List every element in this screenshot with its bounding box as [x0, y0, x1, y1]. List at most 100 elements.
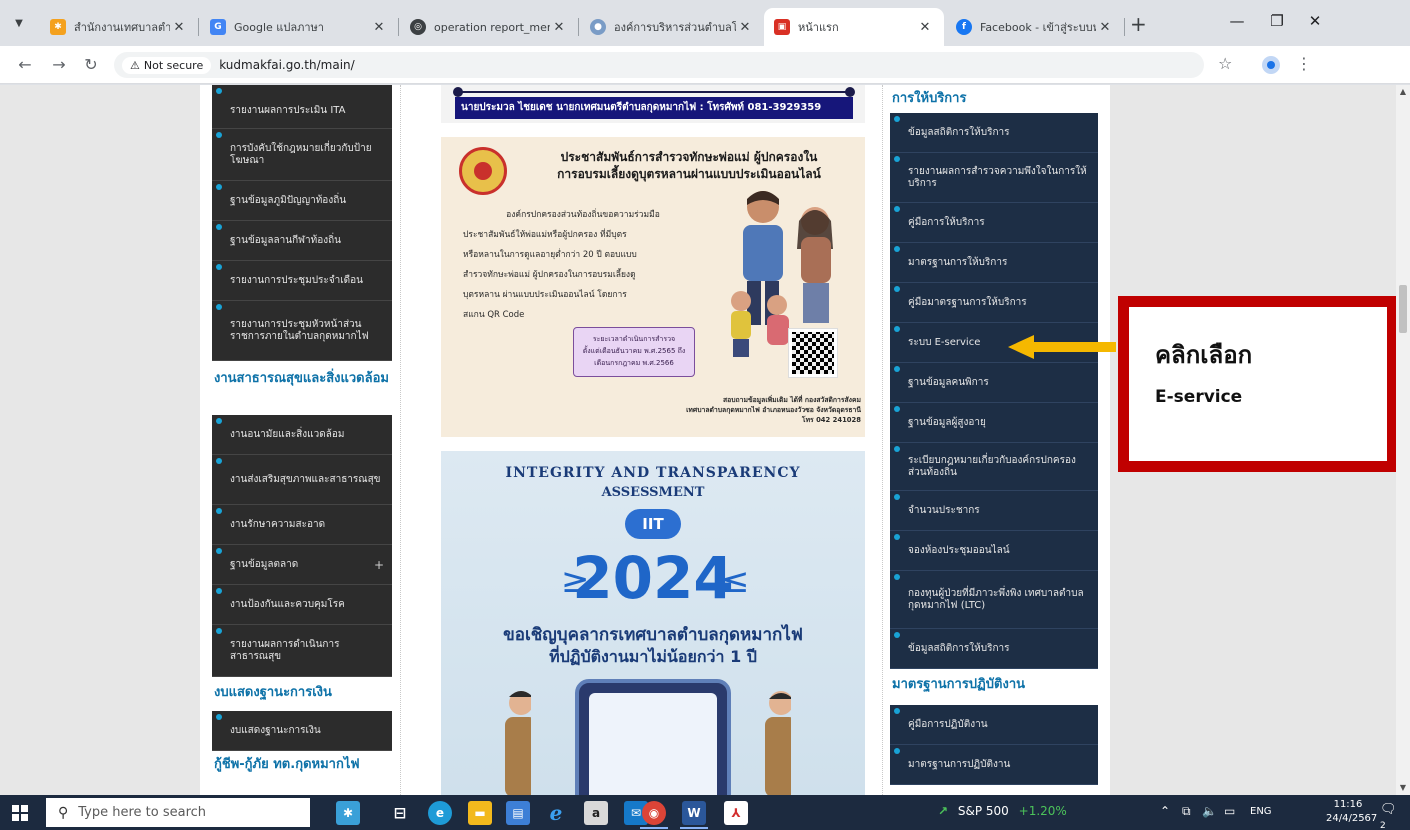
section-title-work-standards: มาตรฐานการปฏิบัติงาน — [892, 677, 1026, 692]
joomla-icon: ✱ — [50, 19, 66, 35]
scroll-up-icon[interactable]: ▲ — [1396, 87, 1410, 96]
left-menu-item[interactable]: รายงานการประชุมประจำเดือน — [212, 261, 392, 301]
edge-icon[interactable]: e — [428, 801, 452, 825]
close-icon[interactable]: ✕ — [736, 20, 754, 35]
right-menu-item[interactable]: จองห้องประชุมออนไลน์ — [890, 531, 1098, 571]
scroll-down-icon[interactable]: ▼ — [1396, 783, 1410, 792]
poster-subheading: ASSESSMENT — [601, 485, 705, 500]
page-scrollbar[interactable]: ▲ ▼ — [1396, 85, 1410, 795]
windows-start-icon[interactable] — [12, 805, 28, 821]
minimize-icon[interactable]: — — [1222, 12, 1252, 30]
left-menu-item[interactable]: รายงานผลการดำเนินการสาธารณสุข — [212, 625, 392, 677]
close-icon[interactable]: ✕ — [916, 20, 934, 35]
tab-home-active[interactable]: ▣ หน้าแรก ✕ — [764, 8, 944, 46]
left-menu-item[interactable]: งานป้องกันและควบคุมโรค — [212, 585, 392, 625]
poster-body: องค์กรปกครองส่วนท้องถิ่นขอความร่วมมือ ปร… — [463, 210, 660, 320]
clock-date: 24/4/2567 — [1326, 813, 1378, 824]
volume-icon[interactable]: 🔈 — [1202, 804, 1217, 818]
parenting-survey-poster[interactable]: ประชาสัมพันธ์การสำรวจทักษะพ่อแม่ ผู้ปกคร… — [441, 137, 865, 437]
forward-arrow-icon[interactable]: → — [48, 54, 70, 76]
taskbar-search-box[interactable]: ⚲ Type here to search — [46, 798, 310, 827]
url-text[interactable]: kudmakfai.go.th/main/ — [219, 58, 354, 72]
poster-requirement: ที่ปฏิบัติงานมาไม่น้อยกว่า 1 ปี — [549, 647, 757, 666]
facebook-icon: f — [956, 19, 972, 35]
system-clock[interactable]: 11:16 24/4/2567 — [1326, 798, 1378, 826]
left-menu-item[interactable]: ฐานข้อมูลตลาด + — [212, 545, 392, 585]
left-menu-item[interactable]: งานอนามัยและสิ่งแวดล้อม — [212, 415, 392, 455]
more-menu-icon[interactable]: ⋮ — [1296, 54, 1312, 73]
close-icon[interactable]: ✕ — [170, 20, 188, 35]
right-menu-item[interactable]: จำนวนประชากร — [890, 491, 1098, 531]
new-tab-button[interactable]: + — [1130, 12, 1147, 36]
right-menu-item[interactable]: ฐานข้อมูลผู้สูงอายุ — [890, 403, 1098, 443]
right-menu-item[interactable]: ระเบียบกฎหมายเกี่ยวกับองค์กรปกครองส่วนท้… — [890, 443, 1098, 491]
security-chip[interactable]: ⚠ Not secure — [122, 56, 212, 74]
section-title-financial-statement: งบแสดงฐานะการเงิน — [214, 685, 332, 700]
close-icon[interactable]: ✕ — [370, 20, 388, 35]
close-icon[interactable]: ✕ — [1096, 20, 1114, 35]
profile-avatar-icon[interactable] — [1262, 56, 1280, 74]
network-icon[interactable]: ▭ — [1224, 804, 1235, 818]
right-menu-item[interactable]: คู่มือมาตรฐานการให้บริการ — [890, 283, 1098, 323]
mayor-banner[interactable]: นายประมวล ไชยเดช นายกเทศมนตรีตำบลกุดหมาก… — [441, 85, 865, 123]
right-menu-item[interactable]: รายงานผลการสำรวจความพึงใจในการให้บริการ — [890, 153, 1098, 203]
file-explorer-icon[interactable]: ▬ — [468, 801, 492, 825]
stock-name: S&P 500 — [957, 804, 1009, 818]
right-menu-item[interactable]: ฐานข้อมูลคนพิการ — [890, 363, 1098, 403]
right-menu-item[interactable]: มาตรฐานการให้บริการ — [890, 243, 1098, 283]
chrome-icon[interactable]: ◉ — [642, 801, 666, 825]
close-window-icon[interactable]: ✕ — [1300, 12, 1330, 30]
amazon-icon[interactable]: a — [584, 801, 608, 825]
right-menu-item[interactable]: คู่มือการปฏิบัติงาน — [890, 705, 1098, 745]
close-icon[interactable]: ✕ — [550, 20, 568, 35]
tab-facebook[interactable]: f Facebook - เข้าสู่ระบบหรือ ✕ — [946, 8, 1124, 46]
right-menu-item[interactable]: ข้อมูลสถิติการให้บริการ — [890, 113, 1098, 153]
bookmark-star-icon[interactable]: ☆ — [1218, 54, 1232, 73]
tab-google-translate[interactable]: G Google แปลภาษา ✕ — [200, 8, 398, 46]
back-arrow-icon[interactable]: ← — [14, 54, 36, 76]
right-menu-item[interactable]: ข้อมูลสถิติการให้บริการ — [890, 629, 1098, 669]
meet-now-icon[interactable]: ⧉ — [1182, 804, 1191, 819]
notifications-icon[interactable]: 🗨2 — [1380, 802, 1400, 830]
left-menu-item[interactable]: การบังคับใช้กฎหมายเกี่ยวกับป้ายโฆษณา — [212, 129, 392, 181]
right-menu-item[interactable]: คู่มือการให้บริการ — [890, 203, 1098, 243]
poster-invitation: ขอเชิญบุคลากรเทศบาลตำบลกุดหมากไฟ — [503, 625, 803, 645]
left-menu-item[interactable]: งานส่งเสริมสุขภาพและสาธารณสุข — [212, 455, 392, 505]
widgets-icon[interactable]: ✱ — [336, 801, 360, 825]
reload-icon[interactable]: ↻ — [80, 54, 102, 76]
tab-search-button[interactable]: ▼ — [6, 10, 32, 36]
ita-2024-poster[interactable]: INTEGRITY AND TRANSPARENCY ASSESSMENT II… — [441, 451, 865, 795]
scrollbar-thumb[interactable] — [1399, 285, 1407, 333]
right-menu-item[interactable]: มาตรฐานการปฏิบัติงาน — [890, 745, 1098, 785]
officer-illustration — [505, 691, 531, 795]
expand-plus-icon[interactable]: + — [374, 559, 384, 571]
tab-title: Google แปลภาษา — [234, 21, 324, 34]
hidden-icons-chevron-icon[interactable]: ⌃ — [1160, 804, 1170, 818]
tab-operation-report[interactable]: ◎ operation report_merg ✕ — [400, 8, 578, 46]
left-menu-item[interactable]: รายงานผลการประเมิน ITA — [212, 85, 392, 129]
store-icon[interactable]: ▤ — [506, 801, 530, 825]
right-sidebar: การให้บริการ ข้อมูลสถิติการให้บริการ ราย… — [890, 85, 1098, 785]
internet-explorer-icon[interactable]: ℯ — [544, 801, 568, 825]
phone-illustration — [575, 679, 731, 795]
word-icon[interactable]: W — [682, 801, 706, 825]
left-menu-item[interactable]: งบแสดงฐานะการเงิน — [212, 711, 392, 751]
restore-icon[interactable]: ❐ — [1262, 12, 1292, 30]
task-view-icon[interactable]: ⊟ — [388, 801, 412, 825]
stock-widget[interactable]: ↗ S&P 500 +1.20% — [938, 804, 1067, 818]
chevron-down-icon: ▼ — [15, 17, 23, 29]
tab-sao-khok[interactable]: ● องค์การบริหารส่วนตำบลโค ✕ — [580, 8, 764, 46]
tab-kudmakfai-office[interactable]: ✱ สำนักงานเทศบาลตำบลกุดห ✕ — [40, 8, 198, 46]
left-menu-item[interactable]: ฐานข้อมูลลานกีฬาท้องถิ่น — [212, 221, 392, 261]
left-menu-item[interactable]: รายงานการประชุมหัวหน้าส่วนราชการภายในตำบ… — [212, 301, 392, 361]
search-placeholder: Type here to search — [78, 805, 207, 820]
qr-code-icon[interactable] — [788, 328, 838, 378]
left-menu-item[interactable]: งานรักษาความสะอาด — [212, 505, 392, 545]
acrobat-icon[interactable]: ⅄ — [724, 801, 748, 825]
language-indicator[interactable]: ENG — [1250, 806, 1272, 817]
chevron-left-icon: ≤ — [721, 561, 750, 601]
right-menu-item[interactable]: กองทุนผู้ป่วยที่มีภาวะพึ่งพิง เทศบาลตำบล… — [890, 571, 1098, 629]
left-menu-item[interactable]: ฐานข้อมูลภูมิปัญญาท้องถิ่น — [212, 181, 392, 221]
address-bar[interactable]: ⚠ Not secure kudmakfai.go.th/main/ — [114, 52, 1204, 78]
stock-trend-icon: ↗ — [938, 804, 949, 818]
